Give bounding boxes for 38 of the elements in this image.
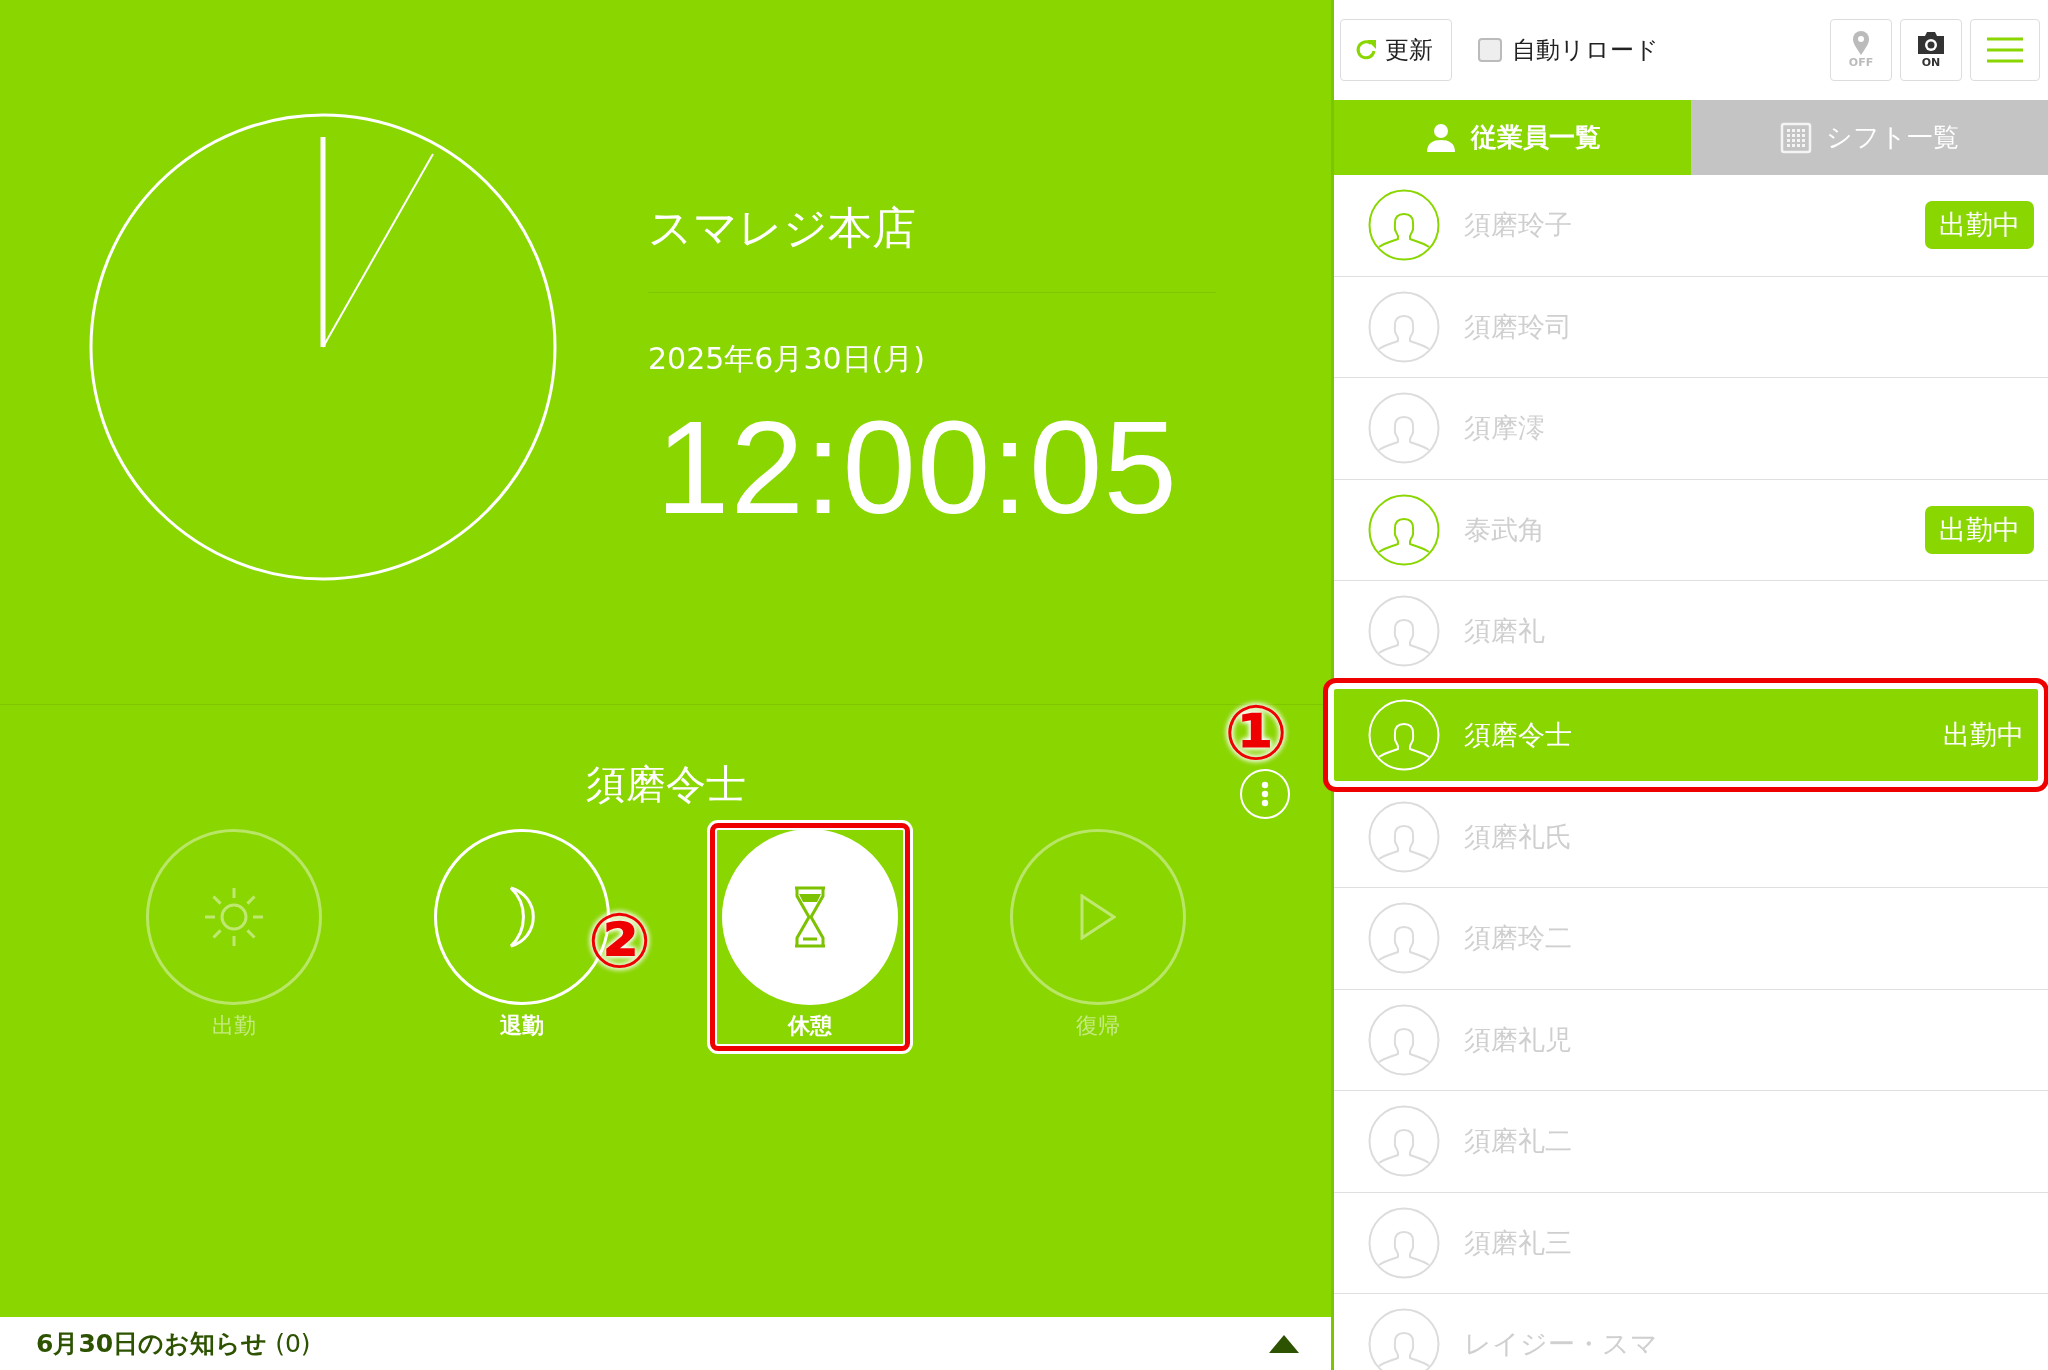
avatar-icon	[1368, 392, 1440, 465]
tab[interactable]: シフト一覧	[1691, 100, 2048, 175]
refresh-button[interactable]: 更新	[1340, 19, 1452, 81]
avatar-icon	[1368, 1003, 1440, 1076]
avatar-icon	[1368, 595, 1440, 668]
collapse-icon[interactable]	[1269, 1334, 1299, 1353]
checkbox[interactable]	[1478, 38, 1502, 62]
avatar-icon	[1368, 1308, 1440, 1370]
avatar-icon	[1368, 1206, 1440, 1279]
avatar-icon	[1368, 189, 1440, 262]
avatar-icon	[1368, 493, 1440, 566]
avatar-icon	[1368, 290, 1440, 363]
hourglass-icon	[792, 886, 827, 948]
camera-icon	[1916, 30, 1946, 56]
notice-title: 6月30日のお知らせ (0)	[36, 1328, 311, 1360]
avatar-icon	[1368, 698, 1440, 771]
time-text: 12:00:05	[656, 393, 1179, 543]
menu-icon	[1987, 37, 2023, 63]
menu-button[interactable]	[1970, 19, 2040, 81]
auto-reload-label: 自動リロード	[1512, 35, 1659, 66]
employee-name: 須磨令士	[585, 760, 746, 809]
tab[interactable]: 従業員一覧	[1334, 100, 1691, 175]
employee-name: 須磨令士	[1464, 717, 1573, 752]
status-badge: 出勤中	[1925, 201, 2034, 250]
camera-toggle[interactable]: ON	[1900, 19, 1962, 81]
calendar-grid-icon	[1780, 121, 1812, 154]
status-text: 出勤中	[1943, 717, 2024, 752]
status-badge: 出勤中	[1925, 505, 2034, 554]
more-icon[interactable]	[1239, 768, 1291, 820]
date-text: 2025年6月30日(月)	[648, 340, 927, 378]
callout-number: ①	[1224, 692, 1289, 773]
location-toggle[interactable]: OFF	[1830, 19, 1892, 81]
play-icon	[1079, 894, 1116, 940]
avatar-icon	[1368, 902, 1440, 975]
avatar-icon	[1368, 1105, 1440, 1178]
avatar-icon	[1368, 800, 1440, 873]
store-name: スマレジ本店	[648, 201, 917, 255]
person-icon	[1424, 121, 1457, 154]
